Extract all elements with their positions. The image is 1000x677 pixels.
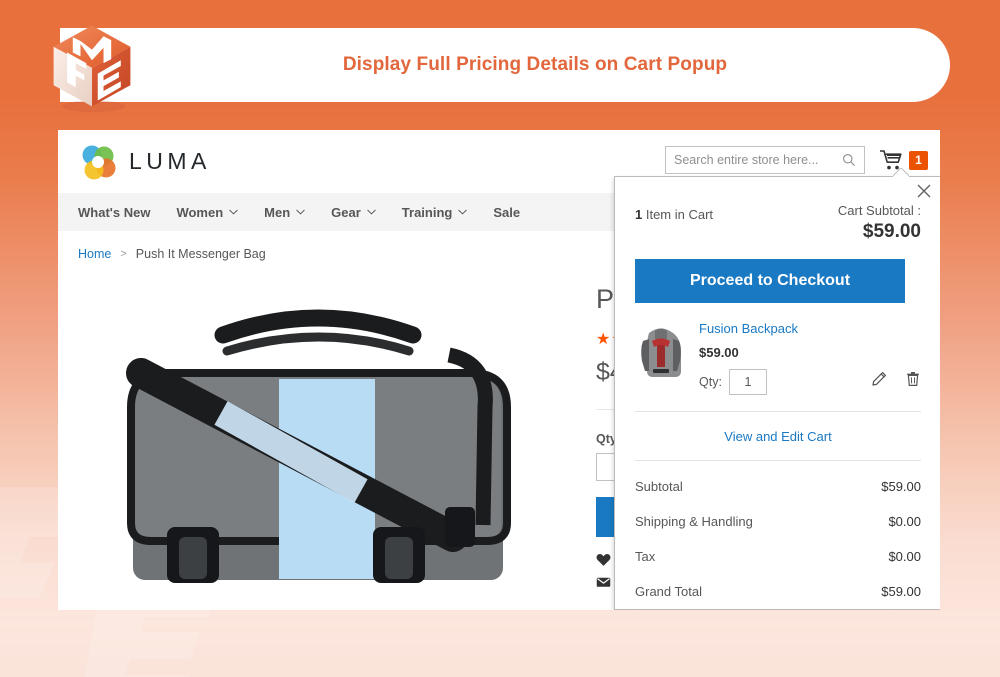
breadcrumb-current: Push It Messenger Bag xyxy=(135,247,266,261)
popup-arrow xyxy=(893,168,909,177)
store-window: LUMA Search entire store here... 1 What'… xyxy=(58,130,940,610)
envelope-icon xyxy=(596,577,611,587)
total-row-grand-total: Grand Total $59.00 xyxy=(635,574,921,609)
search-box[interactable] xyxy=(665,146,865,174)
breadcrumb-home-link[interactable]: Home xyxy=(78,247,111,261)
cart-totals-table: Subtotal $59.00 Shipping & Handling $0.0… xyxy=(635,461,921,609)
breadcrumb-separator: > xyxy=(120,248,127,260)
cart-subtotal-block: Cart Subtotal : $59.00 xyxy=(838,203,921,243)
cart-badge-count: 1 xyxy=(909,150,928,170)
cart-line-item: Fusion Backpack $59.00 Qty: 1 xyxy=(635,321,921,412)
luma-mark-icon xyxy=(82,145,116,179)
banner-title: Display Full Pricing Details on Cart Pop… xyxy=(342,54,728,75)
popup-summary-row: 1 Item in Cart Cart Subtotal : $59.00 xyxy=(615,177,940,243)
close-icon[interactable] xyxy=(915,182,933,200)
total-value: $0.00 xyxy=(888,514,921,529)
search-input[interactable] xyxy=(674,153,842,167)
heart-icon xyxy=(596,553,611,566)
total-label: Subtotal xyxy=(635,479,683,494)
chevron-down-icon xyxy=(296,209,305,215)
nav-item-women[interactable]: Women xyxy=(176,205,238,220)
view-and-edit-cart-row: View and Edit Cart xyxy=(615,428,940,446)
nav-label: Men xyxy=(264,204,291,220)
cart-item-name-link[interactable]: Fusion Backpack xyxy=(699,321,921,336)
cart-subtotal-label: Cart Subtotal : xyxy=(837,203,921,218)
luma-logo[interactable]: LUMA xyxy=(78,142,211,182)
nav-item-training[interactable]: Training xyxy=(402,205,468,220)
items-in-cart-text: 1 Item in Cart xyxy=(635,203,713,222)
nav-label: Gear xyxy=(331,204,361,220)
search-icon[interactable] xyxy=(842,153,856,167)
total-value: $59.00 xyxy=(881,479,921,494)
mini-cart-popup: 1 Item in Cart Cart Subtotal : $59.00 Pr… xyxy=(614,176,940,610)
trash-delete-icon[interactable] xyxy=(905,371,921,387)
nav-item-sale[interactable]: Sale xyxy=(493,205,520,220)
luma-wordmark: LUMA xyxy=(129,148,211,174)
total-row-subtotal: Subtotal $59.00 xyxy=(635,469,921,504)
fme-logo xyxy=(44,18,140,114)
total-label: Shipping & Handling xyxy=(635,514,753,529)
total-row-tax: Tax $0.00 xyxy=(635,539,921,574)
cart-subtotal-value: $59.00 xyxy=(862,221,921,242)
nav-item-whats-new[interactable]: What's New xyxy=(78,205,150,220)
cart-item-price: $59.00 xyxy=(699,345,739,360)
proceed-to-checkout-button[interactable]: Proceed to Checkout xyxy=(635,259,905,303)
cart-item-actions xyxy=(871,371,921,387)
cart-item-qty-input[interactable]: 1 xyxy=(728,369,767,395)
cart-item-qty-label: Qty: xyxy=(699,375,722,389)
pencil-edit-icon[interactable] xyxy=(871,371,887,387)
nav-label: Women xyxy=(176,204,224,220)
fusion-backpack-thumbnail[interactable] xyxy=(635,321,687,379)
nav-label: What's New xyxy=(78,204,151,220)
total-label: Grand Total xyxy=(635,584,702,599)
total-label: Tax xyxy=(635,549,656,564)
page-root: Display Full Pricing Details on Cart Pop… xyxy=(0,0,1000,677)
nav-label: Sale xyxy=(493,204,521,220)
nav-item-gear[interactable]: Gear xyxy=(331,205,376,220)
product-image-container xyxy=(78,275,578,605)
push-it-messenger-bag-image xyxy=(126,309,511,583)
header-banner: Display Full Pricing Details on Cart Pop… xyxy=(60,28,950,102)
total-value: $59.00 xyxy=(881,584,921,599)
chevron-down-icon xyxy=(229,209,238,215)
chevron-down-icon xyxy=(366,209,376,215)
items-count-label: Item in Cart xyxy=(642,207,714,222)
total-value: $0.00 xyxy=(888,549,921,564)
chevron-down-icon xyxy=(458,209,468,215)
nav-label: Training xyxy=(401,204,453,220)
nav-item-men[interactable]: Men xyxy=(264,205,305,220)
total-row-shipping: Shipping & Handling $0.00 xyxy=(635,504,921,539)
header-right-tools: 1 xyxy=(665,146,928,174)
view-and-edit-cart-link[interactable]: View and Edit Cart xyxy=(724,429,831,444)
